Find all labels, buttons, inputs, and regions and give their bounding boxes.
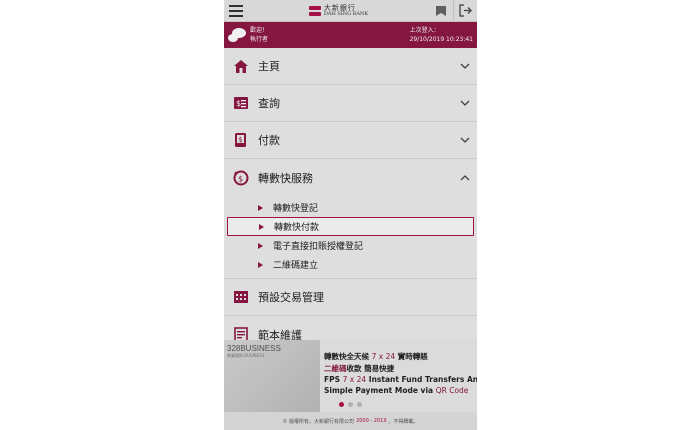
svg-text:$: $ — [236, 99, 241, 108]
footer-copyright: © 版權所有，大新銀行有限公司 2000 - 2019 。不得轉載。 — [224, 412, 477, 430]
banner-text: 二維碼 — [324, 364, 347, 373]
logout-icon[interactable] — [453, 0, 477, 22]
submenu-item-edda-registration[interactable]: 電子直接扣賬授權登記 — [224, 236, 477, 255]
fps-submenu: 轉數快登記 轉數快付款 電子直接扣賬授權登記 二維碼建立 — [224, 196, 477, 279]
welcome-greeting: 歡迎！ — [250, 27, 269, 34]
bullet-triangle-icon — [259, 223, 264, 230]
chevron-down-icon — [453, 63, 477, 69]
inbox-icon[interactable] — [429, 0, 453, 22]
home-icon — [232, 57, 250, 75]
main-menu: 主頁 $ 查詢 $ 付款 $ 轉數快服務 轉數快登記 轉數快付款 電子直接扣賬授… — [224, 48, 477, 353]
banner-text: 收款 簡易快捷 — [346, 364, 395, 373]
submenu-item-fps-payment[interactable]: 轉數快付款 — [227, 217, 474, 236]
logo-english: DAH SING BANK — [323, 10, 369, 17]
logo-mark-icon — [308, 5, 321, 16]
banner-brand-sub: 商業理財 BUSINESS — [227, 353, 265, 358]
submenu-label: 電子直接扣賬授權登記 — [273, 242, 364, 252]
promo-banner[interactable]: 328BUSINESS 商業理財 BUSINESS 轉數快全天候 7 x 24 … — [224, 340, 477, 412]
top-bar: 大新銀行 DAH SING BANK — [224, 0, 477, 22]
svg-text:$: $ — [238, 136, 242, 144]
menu-label-payment: 付款 — [258, 134, 280, 147]
bullet-triangle-icon — [258, 204, 263, 211]
enquiry-icon: $ — [232, 94, 250, 112]
bullet-triangle-icon — [258, 261, 263, 268]
hamburger-icon[interactable] — [224, 0, 248, 22]
submenu-label: 二維碼建立 — [273, 261, 319, 271]
footer-text: © 版權所有，大新銀行有限公司 — [282, 418, 355, 425]
carousel-dot[interactable] — [357, 402, 362, 407]
submenu-item-qr-create[interactable]: 二維碼建立 — [224, 255, 477, 274]
menu-label-home: 主頁 — [258, 60, 280, 73]
chevron-down-icon — [453, 137, 477, 143]
banner-line-2: 二維碼收款 簡易快捷 — [324, 363, 394, 374]
footer-text: 。不得轉載。 — [388, 418, 419, 425]
banner-text: Simple Payment Mode via — [324, 386, 436, 395]
banner-text: 實時轉賬 — [395, 352, 428, 361]
banner-brand: 328BUSINESS — [227, 344, 281, 353]
last-login-label: 上次登入： — [409, 27, 440, 34]
banner-line-3: FPS 7 x 24 Instant Fund Transfers Anytim… — [324, 375, 477, 384]
chat-bubble-icon — [224, 27, 250, 43]
welcome-bar: 歡迎！ 執行者 上次登入： 29/10/2019 10:23:41 — [224, 22, 477, 48]
banner-line-4: Simple Payment Mode via QR Code — [324, 386, 468, 395]
chevron-up-icon — [453, 174, 477, 181]
bullet-triangle-icon — [258, 242, 263, 249]
banner-text: 轉數快全天候 — [324, 352, 372, 361]
menu-label-scheduled: 預設交易管理 — [258, 291, 324, 304]
welcome-user: 執行者 — [250, 36, 269, 43]
menu-item-enquiry[interactable]: $ 查詢 — [224, 85, 477, 122]
menu-label-fps: 轉數快服務 — [258, 171, 313, 185]
banner-text: QR Code — [435, 386, 469, 395]
fps-icon: $ — [232, 169, 250, 187]
menu-item-fps[interactable]: $ 轉數快服務 — [224, 159, 477, 196]
banner-text: FPS — [324, 375, 343, 384]
svg-text:$: $ — [238, 174, 243, 183]
payment-icon: $ — [232, 131, 250, 149]
banner-text: 7 x 24 — [371, 352, 396, 361]
carousel-dot-active[interactable] — [339, 402, 344, 407]
menu-item-home[interactable]: 主頁 — [224, 48, 477, 85]
last-login-time: 29/10/2019 10:23:41 — [409, 36, 473, 43]
menu-item-payment[interactable]: $ 付款 — [224, 122, 477, 159]
calendar-icon — [232, 288, 250, 306]
carousel-dot[interactable] — [348, 402, 353, 407]
menu-item-scheduled-transactions[interactable]: 預設交易管理 — [224, 279, 477, 316]
submenu-label: 轉數快付款 — [274, 223, 320, 233]
bank-logo: 大新銀行 DAH SING BANK — [248, 4, 429, 17]
menu-label-enquiry: 查詢 — [258, 97, 280, 110]
submenu-item-fps-registration[interactable]: 轉數快登記 — [224, 198, 477, 217]
mobile-app-frame: 大新銀行 DAH SING BANK 歡迎！ 執行者 上次登入： 29/10/2… — [224, 0, 477, 430]
banner-text: Instant Fund Transfers Anytime — [368, 375, 477, 384]
banner-line-1: 轉數快全天候 7 x 24 實時轉賬 — [324, 351, 428, 362]
banner-text: 7 x 24 — [342, 375, 367, 384]
carousel-dots — [224, 402, 477, 407]
submenu-label: 轉數快登記 — [273, 204, 319, 214]
footer-years: 2000 - 2019 — [356, 418, 387, 424]
chevron-down-icon — [453, 100, 477, 106]
